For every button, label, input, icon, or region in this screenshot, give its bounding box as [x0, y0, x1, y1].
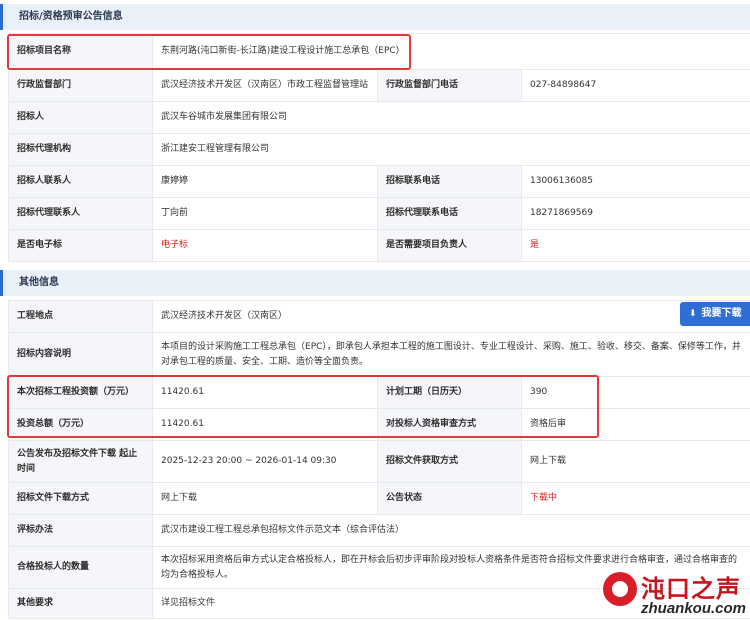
- total-invest-value: 11420.61: [152, 408, 378, 441]
- tenderer-contact-label: 招标人联系人: [8, 165, 153, 198]
- location-label: 工程地点: [8, 300, 153, 333]
- table-row: 招标人 武汉车谷城市发展集团有限公司: [8, 101, 750, 134]
- scope-value: 本项目的设计采购施工工程总承包（EPC），即承包人承担本工程的施工图设计、专业工…: [152, 332, 750, 377]
- supervisor-label: 行政监督部门: [8, 69, 153, 102]
- watermark-logo: 沌口之声 zhuankou.com: [597, 567, 750, 620]
- table-row: 投资总额（万元） 11420.61 对投标人资格审查方式 资格后审: [8, 408, 750, 441]
- e-bid-value: 电子标: [152, 229, 378, 262]
- need-leader-label: 是否需要项目负责人: [377, 229, 522, 262]
- invest-amount-label: 本次招标工程投资额（万元）: [8, 376, 153, 409]
- need-leader-value: 是: [521, 229, 750, 262]
- watermark-name: 沌口之声: [641, 574, 741, 603]
- table-row: 评标办法 武汉市建设工程工程总承包招标文件示范文本（综合评估法）: [8, 514, 750, 547]
- table-row: 招标项目名称 东荆河路(沌口新街-长江路)建设工程设计施工总承包（EPC）: [8, 33, 750, 70]
- scope-label: 招标内容说明: [8, 332, 153, 377]
- notice-status-value: 下载中: [521, 482, 750, 515]
- watermark-emblem-icon: [603, 572, 637, 606]
- download-icon: ⬇: [689, 309, 697, 319]
- supervisor-value: 武汉经济技术开发区（汉南区）市政工程监督管理站: [152, 69, 378, 102]
- agency-contact-label: 招标代理联系人: [8, 197, 153, 230]
- table-row: 招标文件下载方式 网上下载 公告状态 下载中: [8, 482, 750, 515]
- table-row: 招标内容说明 本项目的设计采购施工工程总承包（EPC），即承包人承担本工程的施工…: [8, 332, 750, 377]
- review-method-label: 对投标人资格审查方式: [377, 408, 522, 441]
- table-row: 本次招标工程投资额（万元） 11420.61 计划工期（日历天） 390: [8, 376, 750, 409]
- publish-time-label: 公告发布及招标文件下载 起止时间: [8, 440, 153, 483]
- download-button[interactable]: ⬇ 我要下载: [680, 302, 750, 326]
- doc-access-value: 网上下载: [521, 440, 750, 483]
- watermark-url: zhuankou.com: [641, 600, 747, 617]
- location-value: 武汉经济技术开发区（汉南区）: [152, 300, 750, 333]
- table-row: 工程地点 武汉经济技术开发区（汉南区）: [8, 300, 750, 333]
- agency-value: 浙江建安工程管理有限公司: [152, 133, 750, 166]
- table-row: 招标代理联系人 丁向前 招标代理联系电话 18271869569: [8, 197, 750, 230]
- agency-phone-label: 招标代理联系电话: [377, 197, 522, 230]
- duration-value: 390: [521, 376, 750, 409]
- table-row: 招标人联系人 康婷婷 招标联系电话 13006136085: [8, 165, 750, 198]
- supervisor-phone-value: 027-84898647: [521, 69, 750, 102]
- tender-phone-label: 招标联系电话: [377, 165, 522, 198]
- total-invest-label: 投资总额（万元）: [8, 408, 153, 441]
- supervisor-phone-label: 行政监督部门电话: [377, 69, 522, 102]
- invest-amount-value: 11420.61: [152, 376, 378, 409]
- duration-label: 计划工期（日历天）: [377, 376, 522, 409]
- table-row: 招标代理机构 浙江建安工程管理有限公司: [8, 133, 750, 166]
- agency-contact-value: 丁向前: [152, 197, 378, 230]
- table-row: 行政监督部门 武汉经济技术开发区（汉南区）市政工程监督管理站 行政监督部门电话 …: [8, 69, 750, 102]
- download-method-value: 网上下载: [152, 482, 378, 515]
- other-requirements-label: 其他要求: [8, 588, 153, 619]
- evaluation-value: 武汉市建设工程工程总承包招标文件示范文本（综合评估法）: [152, 514, 750, 547]
- agency-label: 招标代理机构: [8, 133, 153, 166]
- table-row: 公告发布及招标文件下载 起止时间 2025-12-23 20:00 ~ 2026…: [8, 440, 750, 483]
- project-name-value: 东荆河路(沌口新街-长江路)建设工程设计施工总承包（EPC）: [152, 33, 750, 70]
- tenderer-label: 招标人: [8, 101, 153, 134]
- publish-time-value: 2025-12-23 20:00 ~ 2026-01-14 09:30: [152, 440, 378, 483]
- evaluation-label: 评标办法: [8, 514, 153, 547]
- project-name-label: 招标项目名称: [8, 33, 153, 70]
- e-bid-label: 是否电子标: [8, 229, 153, 262]
- agency-phone-value: 18271869569: [521, 197, 750, 230]
- section-title-notice: 招标/资格预审公告信息: [0, 4, 750, 30]
- notice-info-table: 招标项目名称 东荆河路(沌口新街-长江路)建设工程设计施工总承包（EPC） 行政…: [8, 33, 750, 262]
- table-row: 是否电子标 电子标 是否需要项目负责人 是: [8, 229, 750, 262]
- tenderer-contact-value: 康婷婷: [152, 165, 378, 198]
- section-title-other: 其他信息: [0, 270, 750, 296]
- download-method-label: 招标文件下载方式: [8, 482, 153, 515]
- tender-phone-value: 13006136085: [521, 165, 750, 198]
- tenderer-value: 武汉车谷城市发展集团有限公司: [152, 101, 750, 134]
- qualified-count-label: 合格投标人的数量: [8, 546, 153, 589]
- doc-access-label: 招标文件获取方式: [377, 440, 522, 483]
- review-method-value: 资格后审: [521, 408, 750, 441]
- download-button-label: 我要下载: [701, 308, 742, 319]
- notice-status-label: 公告状态: [377, 482, 522, 515]
